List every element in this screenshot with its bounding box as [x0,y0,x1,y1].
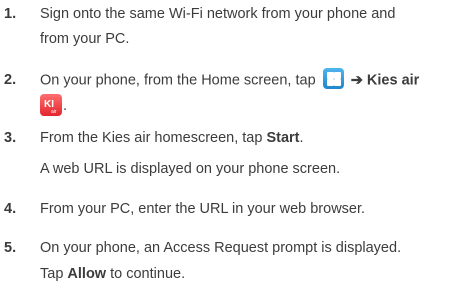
apps-grid-icon [322,68,344,89]
step-bold-term: Allow [67,266,107,282]
kies-air-icon: KI air [40,94,62,116]
instruction-page: 1. Sign onto the same Wi-Fi network from… [0,0,472,300]
step-text: Tap Allow to continue. [40,264,185,285]
step-text: Sign onto the same Wi-Fi network from yo… [40,6,396,22]
step-number: 4. [4,201,17,217]
step-number: 5. [4,240,17,256]
step-number: 1. [4,6,17,22]
step-2-continued: KI air . [0,94,472,120]
kies-icon-sublabel: air [51,109,57,115]
step-bold-term: Start [266,130,300,146]
step-text: From your PC, enter the URL in your web … [40,201,366,217]
step-number: 2. [4,72,17,88]
step-bold-term: Kies air [366,72,420,89]
step-text-lead: On your phone, from the Home screen, tap [40,72,316,89]
step-text-lead: From the Kies air homescreen, tap [40,130,263,146]
step-text-tail: to continue. [110,266,186,282]
step-3-result: A web URL is displayed on your phone scr… [40,161,341,177]
step-number: 3. [4,130,17,146]
step-text: On your phone, from the Home screen, tap… [40,68,420,91]
step-text-lead: Tap [40,266,64,282]
step-text: On your phone, an Access Request prompt … [40,240,402,256]
step-text: from your PC. [40,31,130,47]
step-text: From the Kies air homescreen, tap Start. [40,128,304,149]
step-period: . [63,98,68,114]
arrow-glyph: ➔ [350,72,363,89]
step-period: . [299,130,304,146]
